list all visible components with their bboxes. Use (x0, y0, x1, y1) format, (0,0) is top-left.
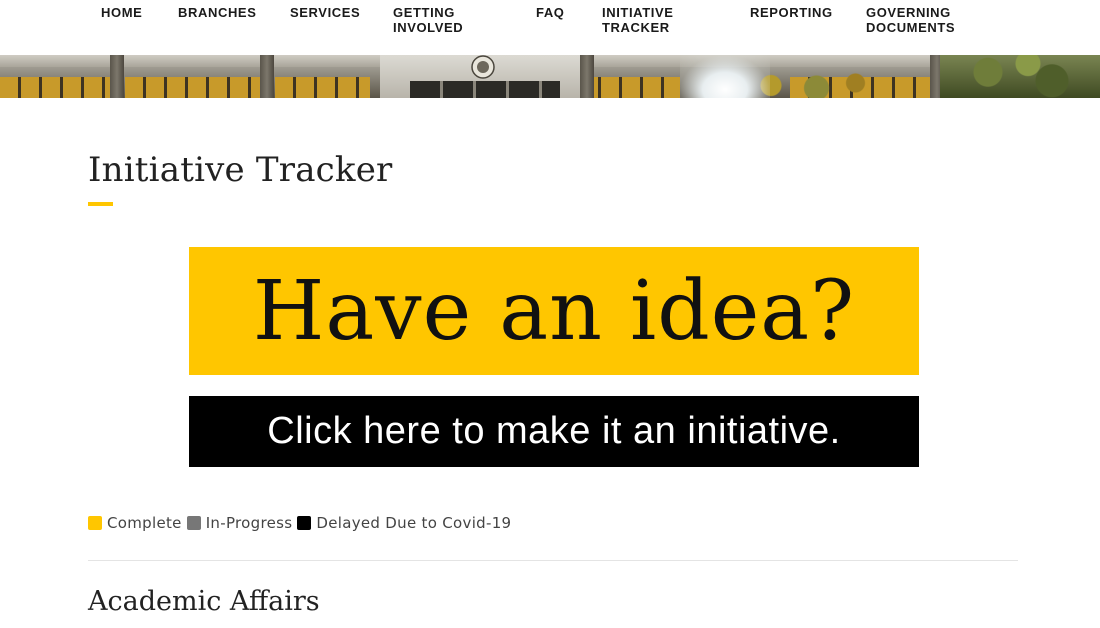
legend-item-complete: Complete (88, 514, 182, 532)
in-progress-swatch (186, 516, 201, 530)
nav-initiative-tracker[interactable]: INITIATIVE TRACKER (602, 5, 673, 35)
page-title: Initiative Tracker (88, 150, 393, 190)
nav-services[interactable]: SERVICES (290, 5, 360, 20)
section-heading-academic-affairs: Academic Affairs (88, 586, 320, 617)
cta-subline: Click here to make it an initiative. (189, 396, 919, 467)
cta-headline: Have an idea? (189, 247, 919, 375)
nav-governing-documents[interactable]: GOVERNING DOCUMENTS (866, 5, 955, 35)
title-accent-bar (88, 202, 113, 206)
nav-reporting[interactable]: REPORTING (750, 5, 833, 20)
legend-label: Complete (107, 514, 182, 532)
nav-getting-involved[interactable]: GETTING INVOLVED (393, 5, 463, 35)
header-banner-image (0, 55, 1100, 98)
legend-item-delayed: Delayed Due to Covid-19 (297, 514, 511, 532)
building-seal-icon (471, 55, 495, 79)
delayed-swatch (297, 516, 312, 530)
nav-faq[interactable]: FAQ (536, 5, 565, 20)
nav-branches[interactable]: BRANCHES (178, 5, 256, 20)
nav-home[interactable]: HOME (101, 5, 142, 20)
legend-label: Delayed Due to Covid-19 (316, 514, 512, 532)
legend-label: In-Progress (205, 514, 293, 532)
complete-swatch (88, 516, 102, 530)
legend-item-in-progress: In-Progress (186, 514, 293, 532)
section-divider (88, 560, 1018, 561)
top-navigation: HOME BRANCHES SERVICES GETTING INVOLVED … (0, 0, 1100, 55)
status-legend: Complete In-Progress Delayed Due to Covi… (88, 514, 516, 532)
submit-idea-banner-link[interactable]: Have an idea? Click here to make it an i… (189, 247, 919, 467)
